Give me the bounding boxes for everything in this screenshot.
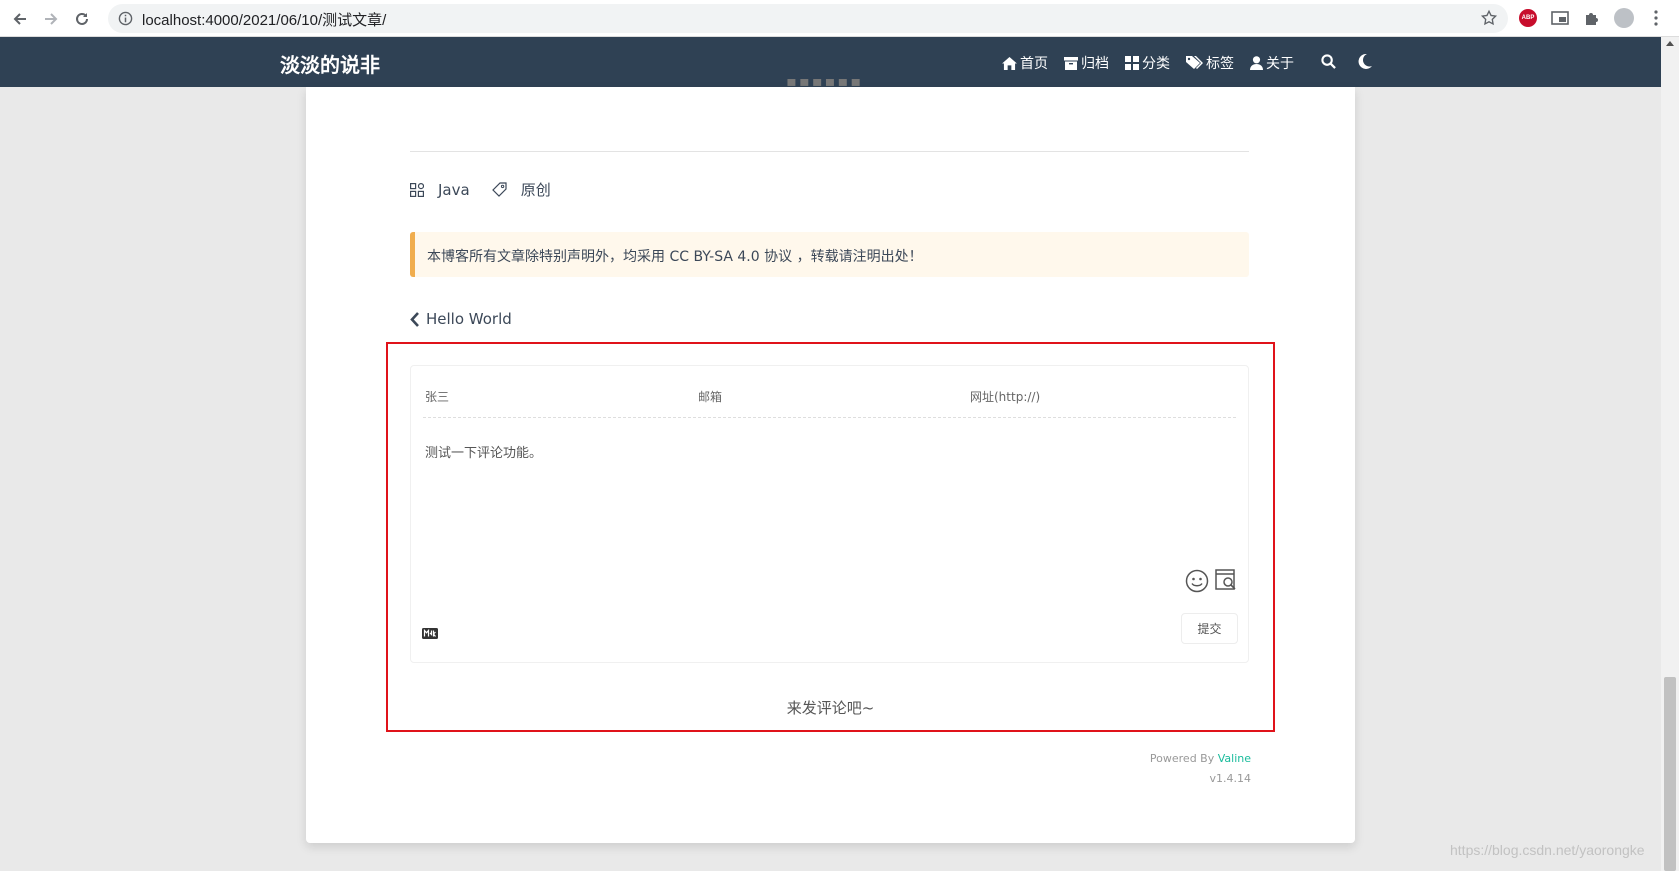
powered-prefix: Powered By (1149, 752, 1215, 765)
license-text: 本博客所有文章除特别声明外，均采用 CC BY-SA 4.0 协议 ，转载请注明… (427, 249, 923, 265)
markdown-badge[interactable] (422, 624, 438, 643)
mail-input[interactable]: 邮箱 (698, 388, 722, 405)
cut-off-text: ▪▪▪▪▪▪ (786, 79, 864, 90)
preview-icon (1215, 569, 1236, 590)
search-icon (1321, 54, 1336, 69)
cast-extension[interactable] (1550, 8, 1570, 28)
nav-label: 归档 (1081, 56, 1109, 72)
site-title[interactable]: 淡淡的说非 (280, 49, 380, 78)
emoji-icon (1185, 569, 1209, 593)
nav-menu: 首页 归档 分类 标签 关于 (1002, 53, 1310, 73)
divider (410, 151, 1249, 152)
more-vertical-icon (1654, 10, 1658, 26)
nav-label: 首页 (1020, 56, 1048, 72)
post-tag[interactable]: 原创 (491, 179, 551, 200)
home-icon (1002, 56, 1017, 70)
valine-link[interactable]: Valine (1218, 752, 1251, 765)
nav-item-about[interactable]: 关于 (1250, 53, 1294, 73)
watermark: https://blog.csdn.net/yaorongke (1450, 842, 1645, 858)
powered-by: Powered By Valine v1.4.14 (1150, 749, 1251, 789)
browser-toolbar: localhost:4000/2021/06/10/测试文章/ ABP (0, 0, 1679, 37)
nav-item-home[interactable]: 首页 (1002, 53, 1048, 73)
post-meta: Java 原创 (410, 179, 573, 200)
moon-icon (1358, 53, 1372, 69)
submit-button[interactable]: 提交 (1181, 613, 1238, 644)
profile-icon (1614, 8, 1634, 28)
link-input[interactable]: 网址(http://) (970, 388, 1040, 405)
tag-label[interactable]: 原创 (521, 179, 551, 200)
profile-button[interactable] (1614, 8, 1634, 28)
reload-button[interactable] (71, 8, 93, 30)
abp-icon: ABP (1519, 9, 1537, 27)
prev-post-title[interactable]: Hello World (426, 310, 512, 328)
info-icon[interactable] (118, 11, 133, 26)
chevron-left-icon (410, 311, 419, 327)
nick-input[interactable]: 张三 (425, 388, 449, 405)
scroll-up-arrow[interactable] (1666, 41, 1674, 46)
back-button[interactable] (9, 8, 31, 30)
archive-icon (1064, 56, 1078, 70)
license-notice: 本博客所有文章除特别声明外，均采用 CC BY-SA 4.0 协议 ，转载请注明… (410, 232, 1249, 277)
arrow-right-icon (45, 13, 58, 25)
preview-button[interactable] (1215, 569, 1237, 595)
prev-post-link[interactable]: Hello World (410, 310, 512, 328)
url-text[interactable]: localhost:4000/2021/06/10/测试文章/ (142, 9, 386, 30)
post-card: ▪▪▪▪▪▪ Java 原创 本博客所有文章除特别声明外，均采用 CC BY-S… (306, 79, 1355, 843)
nav-label: 分类 (1142, 56, 1170, 72)
category-icon (1125, 56, 1139, 70)
comment-textarea[interactable]: 测试一下评论功能。 (425, 442, 542, 461)
nav-item-archive[interactable]: 归档 (1064, 53, 1109, 73)
nav-label: 关于 (1266, 56, 1294, 72)
extensions-button[interactable] (1582, 8, 1602, 28)
comment-header: 张三 邮箱 网址(http://) (423, 366, 1236, 418)
dark-mode-toggle[interactable] (1358, 53, 1372, 73)
user-icon (1250, 56, 1263, 70)
cast-icon (1551, 11, 1569, 25)
tag-outline-icon (491, 182, 507, 197)
comment-panel: 张三 邮箱 网址(http://) 测试一下评论功能。 提交 (410, 365, 1249, 663)
nav-item-tags[interactable]: 标签 (1186, 53, 1234, 73)
arrow-left-icon (13, 13, 26, 25)
category-label[interactable]: Java (438, 181, 470, 199)
forward-button[interactable] (40, 8, 62, 30)
browser-menu-button[interactable] (1646, 8, 1666, 28)
bookmark-star-icon[interactable] (1480, 9, 1498, 27)
nav-label: 标签 (1206, 56, 1234, 72)
emoji-button[interactable] (1185, 569, 1209, 597)
valine-version: v1.4.14 (1209, 772, 1252, 785)
address-bar[interactable]: localhost:4000/2021/06/10/测试文章/ (108, 4, 1508, 33)
abp-extension[interactable]: ABP (1518, 8, 1538, 28)
reload-icon (76, 12, 88, 25)
scroll-thumb[interactable] (1664, 677, 1676, 871)
category-grid-icon (410, 182, 424, 197)
search-button[interactable] (1321, 54, 1336, 73)
puzzle-icon (1586, 13, 1598, 25)
page-scrollbar[interactable] (1661, 37, 1679, 871)
nav-item-category[interactable]: 分类 (1125, 53, 1170, 73)
tag-icon (1186, 56, 1203, 69)
empty-comments: 来发评论吧~ (786, 699, 875, 717)
post-category[interactable]: Java (410, 181, 470, 199)
markdown-icon (422, 628, 438, 639)
